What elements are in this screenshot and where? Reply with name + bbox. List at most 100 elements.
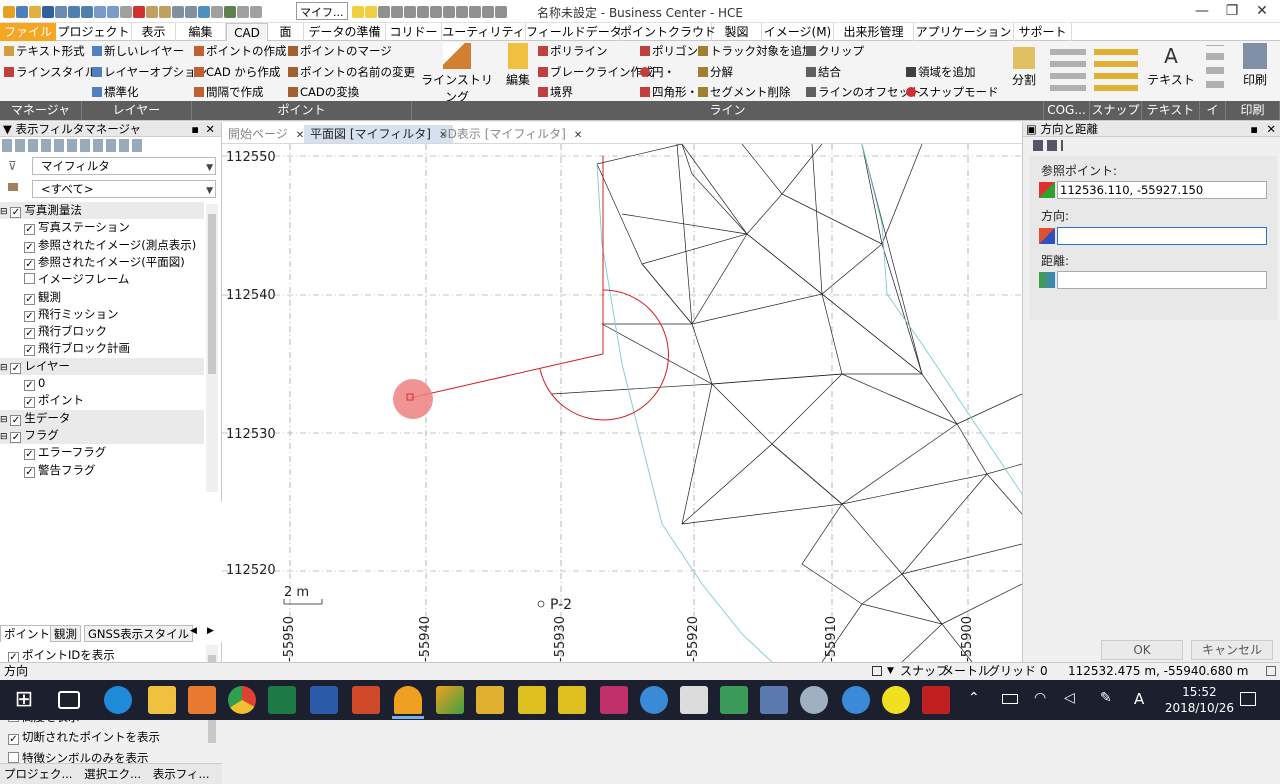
add-region-button[interactable]: 領域を追加 xyxy=(906,63,976,81)
dropdown-arrow-icon[interactable]: ▼ xyxy=(887,663,894,680)
status-grid[interactable]: グリッド xyxy=(988,663,1036,680)
tree-item[interactable]: ✓ 参照されたイメージ(測点表示) xyxy=(24,237,196,254)
footer-tab-selection[interactable]: 選択エク... xyxy=(84,767,141,781)
pin-icon[interactable]: ▪ xyxy=(191,122,199,137)
notification-icon[interactable] xyxy=(1240,692,1256,706)
tab-scroll-right-icon[interactable]: ▶ xyxy=(207,626,214,636)
all-combo[interactable]: <すべて> ▼ xyxy=(32,180,216,198)
ime-icon[interactable]: A xyxy=(1134,690,1144,708)
checkbox[interactable]: ✓ xyxy=(8,734,19,745)
tab-support[interactable]: サポート xyxy=(1014,23,1072,41)
checkbox[interactable]: ✓ xyxy=(24,380,35,391)
tree-item[interactable]: ✓ 参照されたイメージ(平面図) xyxy=(24,254,185,271)
tree-item[interactable]: イメージフレーム xyxy=(24,271,129,288)
i-tools-icon[interactable] xyxy=(1206,45,1224,95)
expand-icon[interactable]: ⊟ xyxy=(0,415,10,425)
checkbox[interactable]: ✓ xyxy=(24,258,35,270)
doc-tab-start-page[interactable]: 開始ページ ✕ xyxy=(222,125,310,143)
snap-mode-button[interactable]: スナップモード xyxy=(906,83,999,101)
snap-toggle-icon[interactable] xyxy=(872,666,882,676)
checkbox[interactable] xyxy=(8,751,19,763)
create-interval-button[interactable]: 間隔で作成 xyxy=(194,83,264,101)
battery-icon[interactable] xyxy=(1002,694,1018,704)
status-unit[interactable]: メートル xyxy=(942,663,990,680)
edge-browser-icon[interactable] xyxy=(104,686,132,714)
tab-file[interactable]: ファイル xyxy=(0,23,56,41)
checkbox[interactable]: ✓ xyxy=(24,328,35,340)
convert-cad-button[interactable]: CADの変換 xyxy=(288,83,359,101)
add-track-button[interactable]: トラック対象を追加 xyxy=(698,42,814,60)
tree-item[interactable]: ✓ 飛行ミッション xyxy=(24,306,119,323)
app-machine-icon[interactable] xyxy=(518,686,546,714)
ok-button[interactable]: OK xyxy=(1101,640,1183,660)
app-survey-icon[interactable] xyxy=(476,686,504,714)
polyline-button[interactable]: ポリライン xyxy=(538,42,608,60)
panel-close-icon[interactable]: ✕ xyxy=(1266,122,1276,137)
tab-drafting[interactable]: 製図 xyxy=(712,23,762,41)
tab-scroll-left-icon[interactable]: ◀ xyxy=(190,626,197,636)
task-view-icon[interactable] xyxy=(58,691,80,709)
cancel-button[interactable]: キャンセル xyxy=(1191,640,1273,660)
tab-point-cloud[interactable]: ポイントクラウド xyxy=(620,23,716,41)
text-button[interactable]: A テキスト xyxy=(1146,43,1196,88)
file-explorer-icon[interactable] xyxy=(148,686,176,714)
offset-line-button[interactable]: ラインのオフセット xyxy=(806,83,922,101)
word-icon[interactable] xyxy=(310,686,338,714)
checkbox[interactable]: ✓ xyxy=(24,293,35,305)
footer-tab-view-filter[interactable]: 表示フィ... xyxy=(153,767,210,781)
panel-toolbar[interactable] xyxy=(1033,140,1063,151)
rectangle-button[interactable]: 四角形・ xyxy=(640,83,698,101)
checkbox[interactable]: ✓ xyxy=(24,224,35,236)
ref-point-input[interactable]: 112536.110, -55927.150 xyxy=(1057,181,1267,199)
pin-icon[interactable]: ▪ xyxy=(1250,122,1258,137)
circle-button[interactable]: 円・ xyxy=(640,63,675,81)
app-machine2-icon[interactable] xyxy=(558,686,586,714)
app-s-icon[interactable] xyxy=(600,686,628,714)
create-point-button[interactable]: ポイントの作成 xyxy=(194,42,287,60)
tree-group-header[interactable]: ⊟ ✓ レイヤー xyxy=(0,357,204,375)
explode-button[interactable]: 分解 xyxy=(698,63,733,81)
excel-icon[interactable] xyxy=(268,686,296,714)
join-button[interactable]: 結合 xyxy=(806,63,841,81)
app-arrow-icon[interactable] xyxy=(436,686,464,714)
checkbox[interactable] xyxy=(24,273,35,285)
app-paint-icon[interactable] xyxy=(800,686,828,714)
app-n-icon[interactable] xyxy=(640,686,668,714)
resize-grip-icon[interactable] xyxy=(1266,666,1276,676)
edit-button[interactable]: 編集 xyxy=(500,43,536,88)
checkbox[interactable]: ✓ xyxy=(24,397,35,409)
acrobat-icon[interactable] xyxy=(922,686,950,714)
doc-tab-plan-view[interactable]: 平面図 [マイフィルタ] ✕ xyxy=(304,125,454,143)
tab-gnss-style[interactable]: GNSS表示スタイル xyxy=(84,625,194,642)
layer-options-button[interactable]: レイヤーオプション xyxy=(92,63,207,81)
distance-picker-icon[interactable] xyxy=(1039,272,1055,288)
tab-image[interactable]: イメージ(M) xyxy=(762,23,834,41)
direction-input[interactable] xyxy=(1057,227,1267,245)
direction-picker-icon[interactable] xyxy=(1039,228,1055,244)
tab-data-prep[interactable]: データの準備 xyxy=(304,23,386,41)
tab-cad[interactable]: CAD xyxy=(226,23,268,42)
app-yellow-icon[interactable] xyxy=(882,686,910,714)
distance-input[interactable] xyxy=(1057,271,1267,289)
tree-item[interactable]: ✓ 飛行ブロック計画 xyxy=(24,340,130,357)
expand-icon[interactable]: ⊟ xyxy=(0,432,10,442)
chrome-icon[interactable] xyxy=(228,686,256,714)
maximize-icon[interactable]: ❐ xyxy=(1220,2,1244,20)
tab-field-data[interactable]: フィールドデータ xyxy=(526,23,622,41)
checkbox[interactable]: ✓ xyxy=(24,345,35,357)
breakline-button[interactable]: ブレークライン作成 xyxy=(538,63,654,81)
tab-as-built[interactable]: 出来形管理 xyxy=(834,23,914,41)
checkbox[interactable]: ✓ xyxy=(24,241,35,253)
outlook-icon[interactable] xyxy=(188,686,216,714)
merge-points-button[interactable]: ポイントのマージ xyxy=(288,42,392,60)
tree-item[interactable]: ✓ 警告フラグ xyxy=(24,462,96,479)
tree-item[interactable]: ✓ 観測 xyxy=(24,289,61,306)
tab-close-icon[interactable]: ✕ xyxy=(296,130,304,141)
minimize-icon[interactable]: — xyxy=(1190,2,1214,20)
tab-application[interactable]: アプリケーション xyxy=(914,23,1014,41)
tray-expand-icon[interactable]: ⌃ xyxy=(968,690,980,706)
powerpoint-icon[interactable] xyxy=(352,686,380,714)
tab-edit[interactable]: 編集 xyxy=(176,23,226,41)
checkbox[interactable]: ✓ xyxy=(10,414,22,426)
checkbox[interactable]: ✓ xyxy=(24,449,35,461)
